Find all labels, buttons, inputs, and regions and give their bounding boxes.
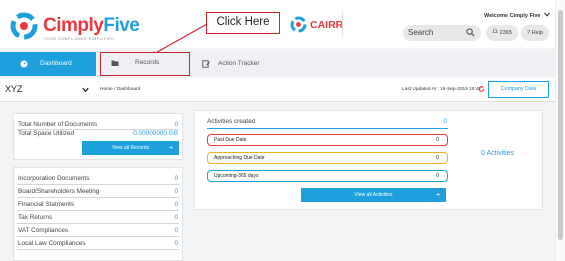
list-item[interactable]: Financial Statments 0 [14, 198, 182, 211]
total-docs-value: 0 [174, 121, 178, 128]
category-label: VAT Compliances [18, 227, 69, 234]
view-all-activities-button[interactable]: View all Activities ➔ [301, 188, 446, 202]
divider [17, 249, 179, 250]
refresh-icon[interactable] [478, 85, 485, 93]
cimplyfive-logo-icon [10, 12, 38, 40]
tab-action-tracker[interactable]: Action Tracker [196, 52, 276, 76]
arrow-right-icon: ➔ [435, 192, 440, 198]
help-button[interactable]: ? Help [521, 25, 549, 41]
last-updated: Last Updated At : 16-Sep-2019 15:47 [402, 87, 482, 92]
folder-icon [111, 60, 119, 66]
view-all-records-label: View all Records [111, 145, 150, 151]
tab-dashboard[interactable]: Dashboard [0, 52, 96, 76]
logo-tagline: YOUR COMPLIANCE SIMPLIFIED [44, 37, 115, 41]
upcoming-365-days-row[interactable]: Upcoming-365 days 0 [207, 170, 448, 182]
total-space-label: Total Space Utilized [18, 130, 75, 137]
category-value: 0 [174, 188, 178, 195]
approaching-value: 0 [436, 155, 439, 161]
list-item[interactable]: VAT Compliances 0 [14, 224, 182, 237]
scrollbar-thumb[interactable] [558, 10, 563, 240]
category-value: 0 [174, 201, 178, 208]
category-label: Board/Shareholders Meeting [18, 188, 100, 195]
company-select[interactable]: XYZ [5, 84, 23, 94]
category-label: Financial Statments [18, 201, 75, 208]
tracker-icon [202, 60, 210, 68]
chevron-down-icon[interactable] [82, 87, 89, 93]
question-icon: ? [527, 30, 531, 36]
welcome-user-menu[interactable]: Welcome Cimply Five [484, 12, 550, 19]
records-summary-card: Total Number of Documents 0 Total Space … [13, 113, 183, 160]
past-due-label: Past Due Date [214, 137, 247, 143]
cimplyfive-logo[interactable]: CimplyFive YOUR COMPLIANCE SIMPLIFIED [10, 9, 140, 41]
list-item[interactable]: Board/Shareholders Meeting 0 [14, 185, 182, 198]
upcoming-value: 0 [436, 173, 439, 179]
main-nav: Dashboard Records Action Tracker [0, 52, 565, 76]
chevron-down-icon [544, 12, 550, 17]
tab-records[interactable]: Records [100, 52, 190, 76]
approaching-label: Approaching Due Date [214, 155, 265, 161]
tab-dashboard-label: Dashboard [40, 60, 72, 67]
category-value: 0 [174, 175, 178, 182]
search-icon [466, 28, 475, 37]
welcome-text: Welcome Cimply Five [484, 13, 541, 19]
list-item[interactable]: Incorporation Documents 0 [14, 172, 182, 185]
bell-icon [492, 28, 498, 33]
search-placeholder: Search [408, 28, 434, 37]
app-header: CimplyFive YOUR COMPLIANCE SIMPLIFIED Cl… [0, 0, 565, 48]
cairr-label: CAIRR [310, 19, 344, 31]
list-item[interactable]: Local Law Compliances 0 [14, 237, 182, 250]
logo-text: CimplyFive [43, 15, 140, 36]
header-divider [342, 12, 343, 36]
category-label: Local Law Compliances [18, 240, 86, 247]
category-label: Tax Returns [18, 214, 53, 221]
list-item[interactable]: Tax Returns 0 [14, 211, 182, 224]
arrow-right-icon: ➔ [168, 145, 173, 151]
upcoming-label: Upcoming-365 days [214, 173, 259, 179]
notifications-button[interactable]: 2365 [486, 25, 518, 41]
activities-count: 0 [443, 118, 447, 125]
cairr-logo-icon [290, 16, 307, 33]
category-value: 0 [174, 240, 178, 247]
divider [207, 128, 448, 129]
click-here-callout: Click Here [206, 12, 280, 34]
view-all-activities-label: View all Activities [354, 192, 393, 198]
view-all-records-button[interactable]: View all Records ➔ [82, 141, 179, 155]
total-docs-label: Total Number of Documents [18, 121, 98, 128]
total-space-value: 0.00000000 GB [133, 130, 178, 137]
search-input[interactable]: Search [403, 25, 481, 41]
breadcrumb: Home / Dashboard [100, 87, 141, 92]
tab-records-label: Records [135, 59, 160, 66]
past-due-date-row[interactable]: Past Due Date 0 [207, 134, 448, 146]
help-label: Help [531, 30, 543, 36]
approaching-due-date-row[interactable]: Approaching Due Date 0 [207, 152, 448, 164]
context-bar: XYZ Home / Dashboard Last Updated At : 1… [0, 78, 565, 102]
tab-action-tracker-label: Action Tracker [218, 60, 260, 67]
company-data-button[interactable]: Company Data [488, 81, 549, 98]
dashboard-icon [20, 60, 28, 68]
notification-count: 2365 [499, 30, 512, 36]
categories-card: Incorporation Documents 0 Board/Sharehol… [13, 167, 183, 261]
category-label: Incorporation Documents [18, 175, 90, 182]
activities-total: 0 Activities [481, 150, 515, 157]
category-value: 0 [174, 227, 178, 234]
activities-title: Activities created [207, 118, 256, 125]
category-value: 0 [174, 214, 178, 221]
past-due-value: 0 [436, 137, 439, 143]
page-scrollbar[interactable] [555, 0, 565, 261]
